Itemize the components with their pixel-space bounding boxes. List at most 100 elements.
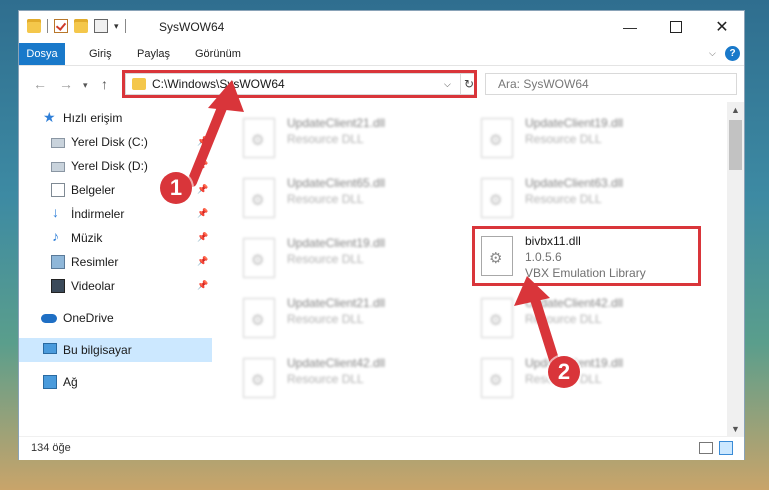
close-icon: ✕ [715,19,729,36]
address-highlight-box [122,70,477,98]
status-bar: 134 öğe [19,436,744,460]
pin-icon[interactable]: 📌 [197,208,208,219]
tab-view[interactable]: Görünüm [195,43,241,65]
nav-item-pictures[interactable]: Resimler 📌 [19,250,212,274]
disk-icon [51,138,65,148]
file-item[interactable]: UpdateClient21.dll Resource DLL [237,114,467,162]
nav-item-onedrive[interactable]: OneDrive [19,306,212,330]
tab-home[interactable]: Giriş [89,43,112,65]
nav-item-label: Bu bilgisayar [63,343,132,357]
file-type: Resource DLL [287,312,364,326]
nav-item-videos[interactable]: Videolar 📌 [19,274,212,298]
dll-file-icon [481,118,513,158]
music-icon: ♪ [52,228,59,244]
nav-item-label: Ağ [63,375,78,389]
nav-item-downloads[interactable]: ↓ İndirmeler 📌 [19,202,212,226]
properties-check-icon[interactable] [54,19,68,33]
nav-item-label: İndirmeler [71,207,125,221]
nav-item-label: Belgeler [71,183,116,197]
tab-share[interactable]: Paylaş [137,43,170,65]
disk-icon [51,162,65,172]
file-type: Resource DLL [287,132,364,146]
nav-item-network[interactable]: Ağ [19,370,212,394]
file-list: UpdateClient21.dll Resource DLL UpdateCl… [213,102,727,436]
this-pc-icon [43,343,57,354]
scroll-down-icon[interactable]: ▼ [731,424,740,434]
file-name: UpdateClient63.dll [525,176,624,190]
title-bar: ▾ SysWOW64 — ✕ [19,11,744,43]
file-item[interactable]: UpdateClient21.dll Resource DLL [237,294,467,342]
close-button[interactable]: ✕ [699,11,745,43]
folder-icon[interactable] [27,19,41,33]
file-item[interactable]: UpdateClient65.dll Resource DLL [237,174,467,222]
up-arrow-icon[interactable]: ↑ [101,76,108,92]
file-highlight-box [472,226,701,286]
chevron-down-icon[interactable]: ▾ [114,21,119,32]
file-type: Resource DLL [287,372,364,386]
callout-1: 1 [160,172,192,204]
file-item[interactable]: UpdateClient19.dll Resource DLL [237,234,467,282]
minimize-icon: — [623,19,637,35]
pin-icon[interactable]: 📌 [197,136,208,147]
separator [124,19,126,33]
forward-arrow-icon[interactable]: → [59,76,73,92]
pin-icon[interactable]: 📌 [197,184,208,195]
help-icon[interactable]: ? [725,46,740,61]
nav-item-quick-access[interactable]: ★ Hızlı erişim [19,106,212,130]
file-item[interactable]: UpdateClient19.dll Resource DLL [475,114,705,162]
file-name: UpdateClient19.dll [287,236,386,250]
star-icon: ★ [43,109,56,125]
vertical-scrollbar[interactable]: ▲ ▼ [727,102,744,436]
dll-file-icon [243,298,275,338]
file-item[interactable]: UpdateClient63.dll Resource DLL [475,174,705,222]
recent-locations-chevron-icon[interactable]: ▾ [83,80,88,91]
scroll-up-icon[interactable]: ▲ [731,105,740,115]
dll-file-icon [243,238,275,278]
nav-item-label: Yerel Disk (C:) [71,135,148,149]
search-input[interactable]: Ara: SysWOW64 [485,73,737,95]
nav-item-label: Videolar [71,279,115,293]
file-item[interactable]: UpdateClient19.dll Resource DLL [475,354,705,402]
nav-item-label: OneDrive [63,311,114,325]
file-type: Resource DLL [287,252,364,266]
maximize-icon [670,21,682,33]
large-icons-view-icon[interactable] [719,441,733,455]
new-folder-icon[interactable] [74,19,88,33]
maximize-button[interactable] [653,11,699,43]
pin-icon[interactable]: 📌 [197,232,208,243]
nav-item-label: Müzik [71,231,103,245]
expand-ribbon-icon[interactable]: ⌵ [709,48,716,59]
dll-file-icon [243,178,275,218]
dll-file-icon [243,118,275,158]
file-type: Resource DLL [525,312,602,326]
scroll-thumb[interactable] [729,120,742,170]
file-type: Resource DLL [287,192,364,206]
nav-item-label: Resimler [71,255,119,269]
pin-icon[interactable]: 📌 [197,256,208,267]
pin-icon[interactable]: 📌 [197,160,208,171]
pictures-icon [51,255,65,269]
file-item[interactable]: UpdateClient42.dll Resource DLL [237,354,467,402]
file-type: Resource DLL [525,132,602,146]
downloads-icon: ↓ [52,204,59,220]
network-icon [43,375,57,389]
documents-icon [51,183,65,197]
onedrive-icon [41,314,57,323]
nav-item-music[interactable]: ♪ Müzik 📌 [19,226,212,250]
file-name: UpdateClient21.dll [287,296,386,310]
search-placeholder: Ara: SysWOW64 [498,77,589,91]
customize-icon[interactable] [94,19,108,33]
item-count: 134 öğe [31,442,71,454]
window-title: SysWOW64 [159,20,225,34]
nav-item-label: Hızlı erişim [63,111,123,125]
back-arrow-icon[interactable]: ← [33,76,47,92]
file-name: UpdateClient42.dll [287,356,386,370]
details-view-icon[interactable] [699,442,713,454]
pin-icon[interactable]: 📌 [197,280,208,291]
file-name: UpdateClient42.dll [525,296,624,310]
nav-item-this-pc[interactable]: Bu bilgisayar [19,338,212,362]
tab-file[interactable]: Dosya [19,43,65,65]
file-item[interactable]: UpdateClient42.dll Resource DLL [475,294,705,342]
minimize-button[interactable]: — [607,11,653,43]
nav-item-local-disk-c[interactable]: Yerel Disk (C:) 📌 [19,130,212,154]
